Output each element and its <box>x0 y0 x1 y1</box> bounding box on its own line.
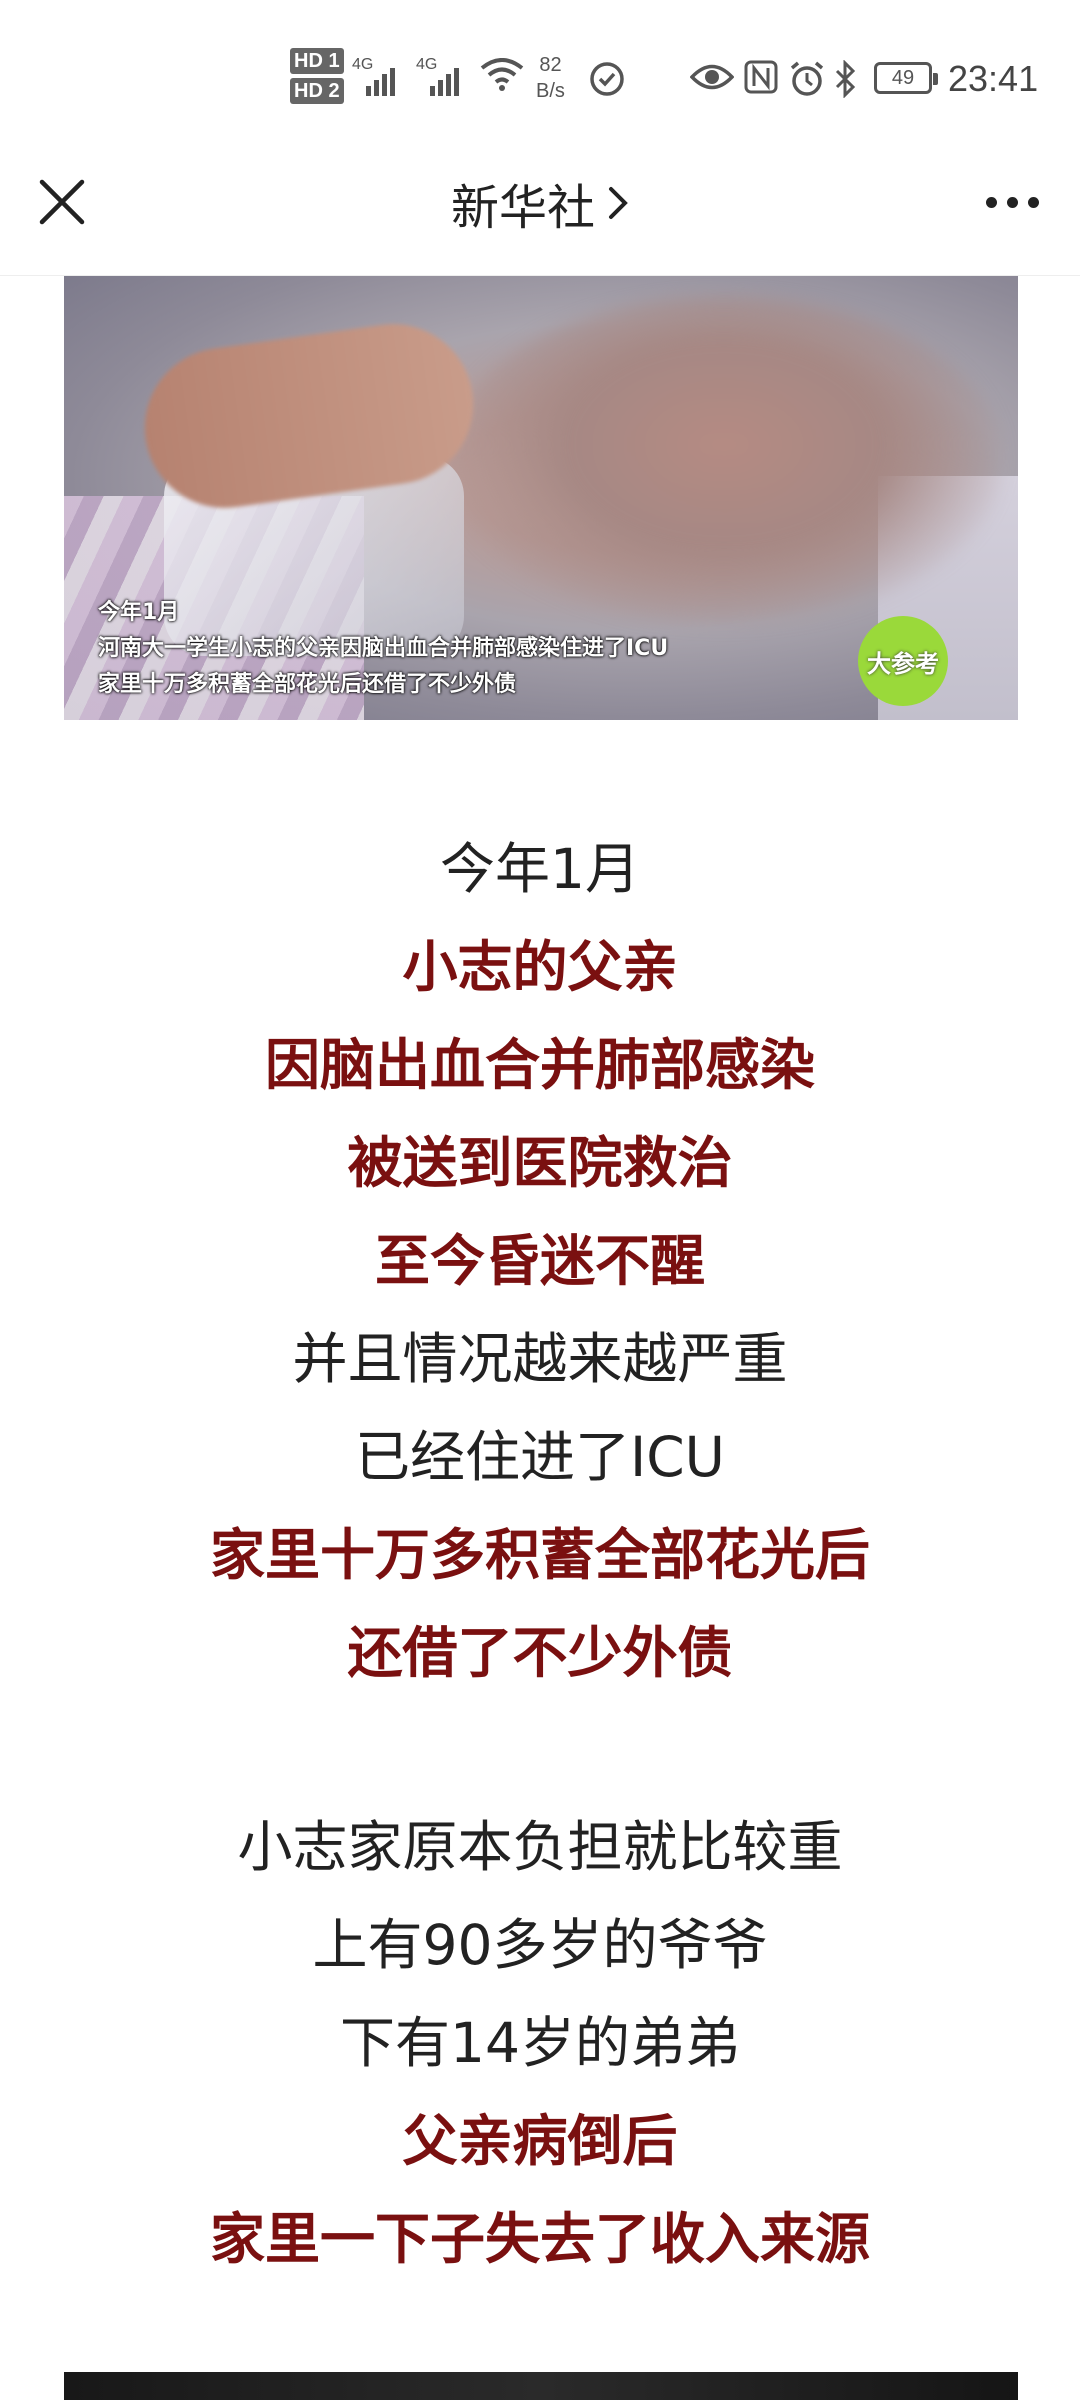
article-line: 家里十万多积蓄全部花光后 <box>209 1523 870 1587</box>
article-image[interactable]: 今年1月 河南大一学生小志的父亲因脑出血合并肺部感染住进了ICU 家里十万多积蓄… <box>64 276 1018 720</box>
clock-check-icon <box>590 62 624 96</box>
eye-icon <box>690 64 734 90</box>
alarm-icon <box>790 61 824 96</box>
wifi-icon <box>480 58 524 91</box>
article-body: 今年1月小志的父亲因脑出血合并肺部感染 被送到医院救治 至今昏迷不醒并且情况越来越严… <box>0 820 1080 2288</box>
more-button[interactable] <box>972 170 1052 234</box>
article-line: 今年1月 <box>440 837 640 901</box>
article-line: 已经住进了ICU <box>355 1425 725 1489</box>
status-bar: HD 1 HD 2 4G 4G 82 B/s 49 23:41 <box>0 0 1080 160</box>
article-line: 还借了不少外债 <box>347 1621 733 1685</box>
signal-icon-2: 4G <box>416 56 466 96</box>
signal-icon: 4G <box>352 56 402 96</box>
account-name: 新华社 <box>450 180 595 236</box>
network-type-label-2: 4G <box>416 56 438 73</box>
bluetooth-icon <box>835 60 856 98</box>
next-article-image[interactable] <box>64 2372 1018 2400</box>
article-line: 被送到医院救治 <box>347 1131 733 1195</box>
hd-indicator: HD 1 HD 2 <box>290 48 344 108</box>
watermark-logo: 大参考 <box>858 616 948 706</box>
image-caption-1: 今年1月 <box>98 600 180 625</box>
article-line: 上有90多岁的爷爷 <box>312 1913 768 1977</box>
battery-icon: 49 <box>874 62 938 94</box>
hd1-label: HD 1 <box>290 48 344 74</box>
nfc-icon <box>744 60 778 94</box>
article-line: 小志的父亲 <box>402 935 678 999</box>
network-type-label: 4G <box>352 56 374 73</box>
net-speed: 82 B/s <box>536 52 565 104</box>
article-line: 下有14岁的弟弟 <box>340 2011 740 2075</box>
image-caption-2: 河南大一学生小志的父亲因脑出血合并肺部感染住进了ICU <box>98 636 669 661</box>
article-line: 小志家原本负担就比较重 <box>237 1815 843 1879</box>
watermark-logo-text: 大参考 <box>867 649 939 678</box>
article-line: 至今昏迷不醒 <box>374 1229 705 1293</box>
hd2-label: HD 2 <box>290 78 344 104</box>
image-caption-3: 家里十万多积蓄全部花光后还借了不少外债 <box>98 672 517 697</box>
paragraph-1: 今年1月小志的父亲因脑出血合并肺部感染 被送到医院救治 至今昏迷不醒并且情况越来越严… <box>0 820 1080 1702</box>
article-line: 家里一下子失去了收入来源 <box>209 2207 870 2271</box>
chevron-right-icon <box>609 187 628 219</box>
paragraph-2: 小志家原本负担就比较重 上有90多岁的爷爷 下有14岁的弟弟 父亲病倒后家里一下子失去… <box>0 1798 1080 2288</box>
speed-unit: B/s <box>536 80 565 102</box>
speed-value: 82 <box>539 54 562 76</box>
clock-time: 23:41 <box>948 58 1039 99</box>
article-line: 并且情况越来越严重 <box>292 1327 788 1391</box>
account-title-link[interactable]: 新华社 <box>451 168 629 238</box>
article-line: 父亲病倒后 <box>402 2109 678 2173</box>
article-line: 因脑出血合并肺部感染 <box>264 1033 815 1097</box>
more-icon <box>985 196 1039 208</box>
battery-level: 49 <box>891 67 915 89</box>
top-nav-bar: 新华社 <box>0 160 1080 276</box>
